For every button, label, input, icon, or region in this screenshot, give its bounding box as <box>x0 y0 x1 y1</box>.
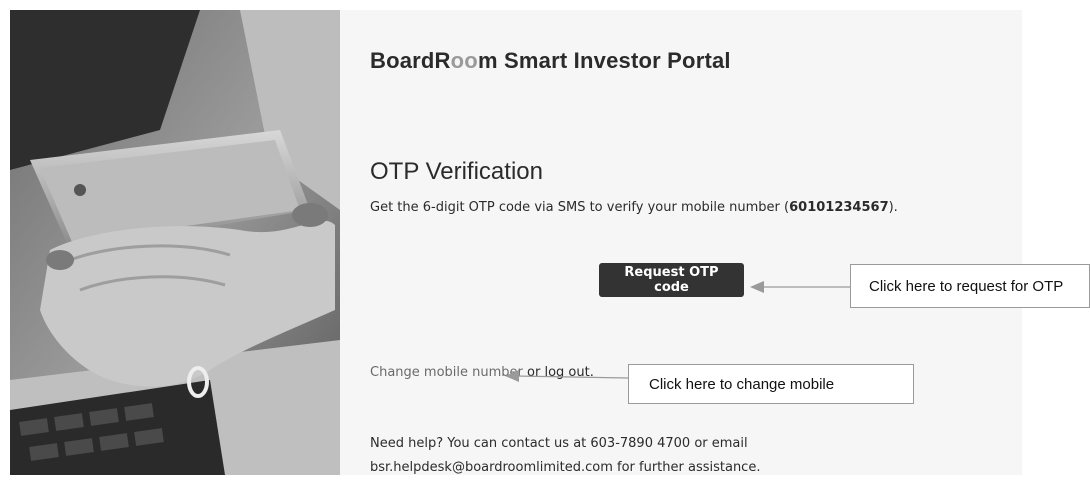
change-mobile-callout: Click here to change mobile <box>628 364 914 404</box>
arrow-to-change-mobile <box>505 370 629 382</box>
annotation-arrows <box>505 281 850 382</box>
arrow-to-request-otp <box>750 281 850 293</box>
request-otp-callout: Click here to request for OTP <box>850 264 1090 308</box>
